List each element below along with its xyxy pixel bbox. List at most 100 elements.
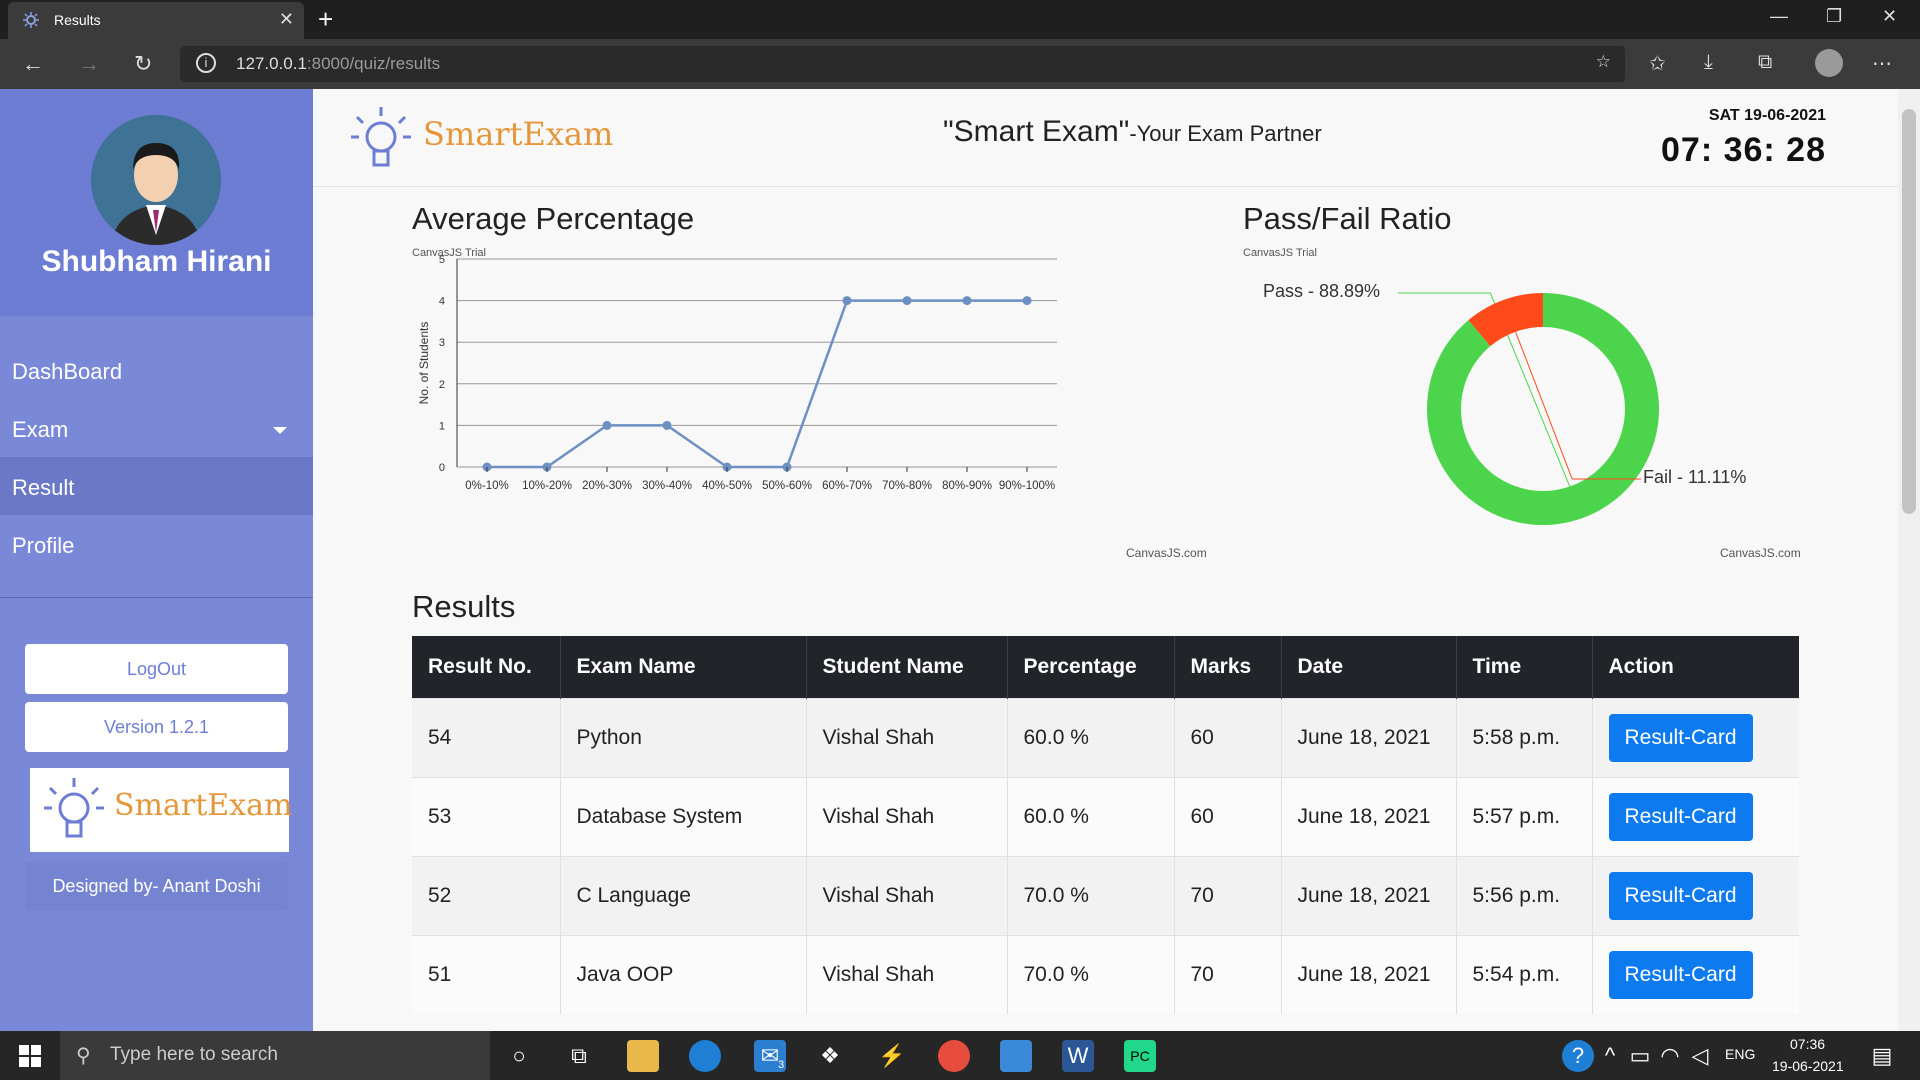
refresh-icon[interactable]: ↻ xyxy=(134,51,152,77)
pycharm-icon[interactable]: PC xyxy=(1124,1040,1156,1072)
result-card-button[interactable]: Result-Card xyxy=(1608,792,1753,841)
chrome-icon[interactable] xyxy=(938,1040,970,1072)
page-scrollbar[interactable] xyxy=(1898,89,1920,1031)
taskbar-search[interactable]: ⚲ Type here to search xyxy=(60,1031,490,1080)
address-bar[interactable]: i 127.0.0.1:8000/quiz/results ☆ xyxy=(180,46,1625,82)
table-header-row: Result No. Exam Name Student Name Percen… xyxy=(412,636,1799,698)
data-point xyxy=(1022,296,1032,306)
wifi-icon[interactable]: ◠ xyxy=(1654,1040,1686,1072)
download-icon[interactable]: ⤓ xyxy=(1704,51,1713,74)
sidebar-item-result[interactable]: Result xyxy=(0,457,313,515)
sidebar-item-dashboard[interactable]: DashBoard xyxy=(0,341,313,399)
taskbar-search-placeholder: Type here to search xyxy=(110,1044,278,1065)
sidebar: Shubham Hirani DashBoard Exam Result Pro… xyxy=(0,89,313,1031)
results-table: Result No. Exam Name Student Name Percen… xyxy=(412,636,1799,1014)
browser-tab[interactable]: Results ✕ xyxy=(8,2,304,39)
result-card-button[interactable]: Result-Card xyxy=(1608,871,1753,920)
back-icon[interactable]: ← xyxy=(22,51,44,77)
file-explorer-icon[interactable] xyxy=(627,1040,659,1072)
close-window-icon[interactable]: ✕ xyxy=(1882,6,1897,27)
result-card-button[interactable]: Result-Card xyxy=(1608,950,1753,999)
sidebar-logo: SmartExam xyxy=(30,768,292,852)
date: June 18, 2021 xyxy=(1281,855,1457,935)
task-view-icon[interactable]: ⧉ xyxy=(563,1040,595,1072)
y-tick-label: 0 xyxy=(439,462,445,474)
y-tick-label: 2 xyxy=(439,379,445,391)
add-favorite-icon[interactable]: ☆ xyxy=(1596,52,1611,72)
remote-desktop-icon[interactable] xyxy=(1000,1040,1032,1072)
action-cell: Result-Card xyxy=(1592,934,1799,1014)
search-icon: ⚲ xyxy=(76,1045,91,1067)
pass-fail-chart: Pass - 88.89% Fail - 11.11% xyxy=(1263,281,1746,525)
result-card-button[interactable]: Result-Card xyxy=(1608,713,1753,762)
edge-icon[interactable] xyxy=(689,1040,721,1072)
chevron-up-icon[interactable]: ^ xyxy=(1594,1040,1626,1072)
sidebar-item-profile[interactable]: Profile xyxy=(0,515,313,573)
column-header: Time xyxy=(1456,636,1593,698)
action-cell: Result-Card xyxy=(1592,855,1799,935)
result-no: 54 xyxy=(412,697,561,777)
average-percentage-title: Average Percentage xyxy=(412,201,695,236)
y-tick-label: 4 xyxy=(439,296,445,308)
version-button[interactable]: Version 1.2.1 xyxy=(25,702,288,752)
mail-badge: 3 xyxy=(778,1059,785,1071)
main-content: SmartExam "Smart Exam"-Your Exam Partner… xyxy=(313,89,1898,1031)
x-tick-label: 10%-20% xyxy=(522,480,572,492)
clock-time[interactable]: 07:36 xyxy=(1790,1036,1825,1052)
x-tick-label: 0%-10% xyxy=(465,480,508,492)
pie-chart-credit[interactable]: CanvasJS.com xyxy=(1720,546,1801,560)
marks: 70 xyxy=(1174,855,1282,935)
scrollbar-thumb[interactable] xyxy=(1902,109,1916,514)
volume-icon[interactable]: ◁ xyxy=(1684,1040,1716,1072)
time: 5:56 p.m. xyxy=(1456,855,1593,935)
new-tab-icon[interactable]: + xyxy=(318,4,333,35)
action-cell: Result-Card xyxy=(1592,697,1799,777)
minimize-icon[interactable]: — xyxy=(1770,6,1788,27)
battery-icon[interactable]: ▭ xyxy=(1624,1040,1656,1072)
date: June 18, 2021 xyxy=(1281,934,1457,1014)
favorites-icon[interactable]: ✩ xyxy=(1649,51,1666,76)
sidebar-divider xyxy=(0,597,313,598)
tab-title: Results xyxy=(54,12,101,28)
logout-button[interactable]: LogOut xyxy=(25,644,288,694)
help-icon[interactable]: ? xyxy=(1562,1040,1594,1072)
time: 5:58 p.m. xyxy=(1456,697,1593,777)
percentage: 60.0 % xyxy=(1007,697,1175,777)
collections-icon[interactable]: ⧉ xyxy=(1758,51,1772,74)
table-row: 52 C Language Vishal Shah 70.0 % 70 June… xyxy=(412,855,1799,935)
header-clock: 07: 36: 28 xyxy=(1661,131,1826,169)
restore-icon[interactable]: ❐ xyxy=(1826,6,1842,27)
caret-down-icon xyxy=(273,427,287,434)
time: 5:57 p.m. xyxy=(1456,776,1593,856)
data-point xyxy=(902,296,912,306)
word-icon[interactable]: W xyxy=(1062,1040,1094,1072)
windows-start-icon[interactable] xyxy=(14,1040,46,1072)
x-tick-label: 40%-50% xyxy=(702,480,752,492)
page-header: SmartExam "Smart Exam"-Your Exam Partner… xyxy=(313,89,1898,187)
marks: 70 xyxy=(1174,934,1282,1014)
info-icon[interactable]: i xyxy=(196,53,216,73)
notifications-icon[interactable]: ▤ xyxy=(1866,1040,1898,1072)
percentage: 60.0 % xyxy=(1007,776,1175,856)
dropbox-icon[interactable]: ❖ xyxy=(814,1040,846,1072)
page-subtitle: -Your Exam Partner xyxy=(1129,121,1322,146)
url-path: :8000/quiz/results xyxy=(306,54,441,73)
column-header: Action xyxy=(1592,636,1799,698)
language-indicator[interactable]: ENG xyxy=(1725,1046,1755,1062)
cortana-icon[interactable]: ○ xyxy=(503,1040,535,1072)
x-tick-label: 60%-70% xyxy=(822,480,872,492)
x-tick-label: 80%-90% xyxy=(942,480,992,492)
sublime-icon[interactable]: ⚡ xyxy=(876,1040,908,1072)
sidebar-item-exam[interactable]: Exam xyxy=(0,399,313,457)
x-tick-label: 70%-80% xyxy=(882,480,932,492)
exam-name: C Language xyxy=(560,855,807,935)
line-chart-credit[interactable]: CanvasJS.com xyxy=(1126,546,1207,560)
result-no: 53 xyxy=(412,776,561,856)
profile-icon[interactable] xyxy=(1815,49,1843,77)
clock-date[interactable]: 19-06-2021 xyxy=(1772,1058,1844,1074)
marks: 60 xyxy=(1174,697,1282,777)
more-icon[interactable]: ⋯ xyxy=(1872,51,1892,76)
y-tick-label: 3 xyxy=(439,337,445,349)
forward-icon[interactable]: → xyxy=(78,51,100,77)
close-tab-icon[interactable]: ✕ xyxy=(279,9,294,30)
